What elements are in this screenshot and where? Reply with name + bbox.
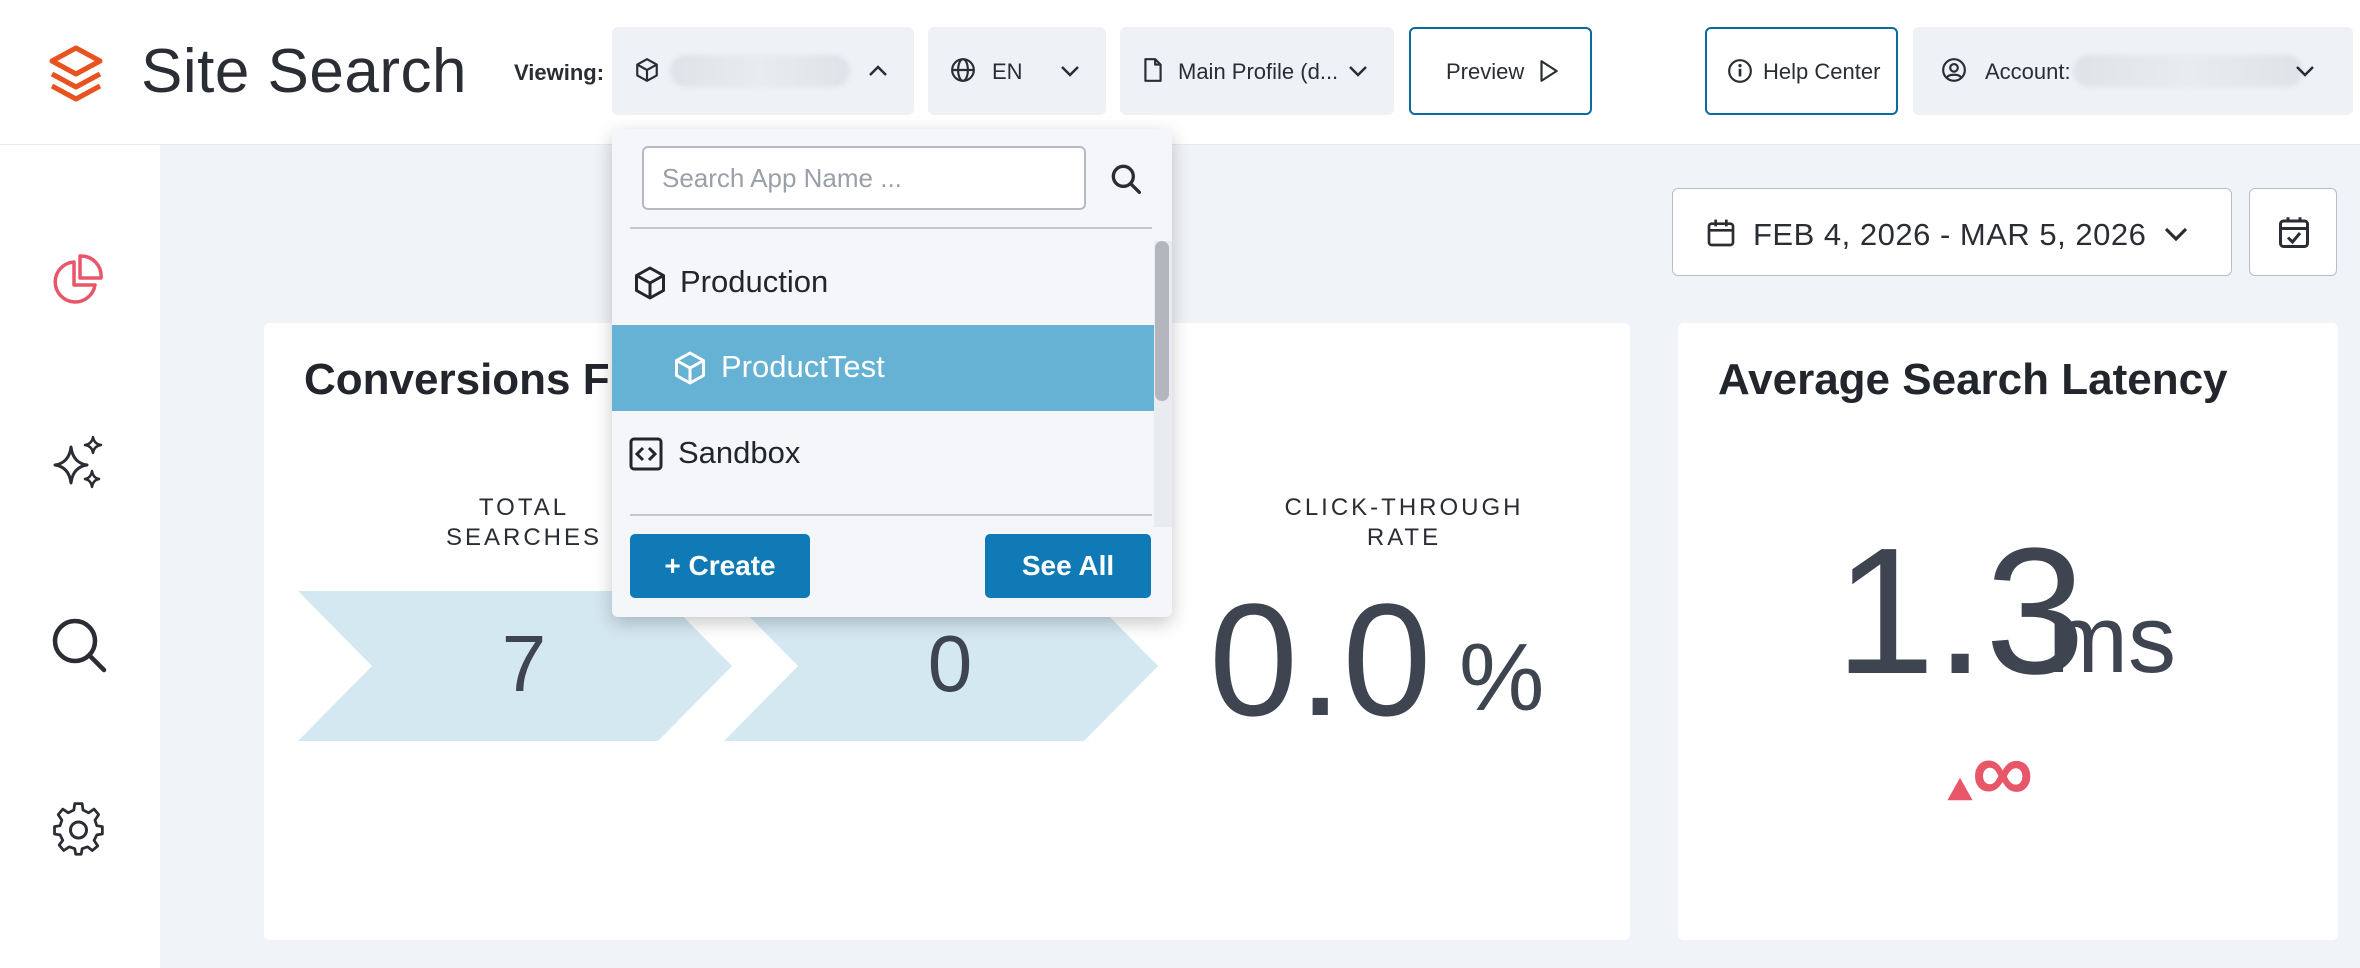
app-title: Site Search: [141, 37, 468, 106]
app-selector[interactable]: [612, 27, 914, 115]
app-option-label: Production: [680, 264, 829, 299]
preview-button[interactable]: Preview: [1409, 27, 1592, 115]
cube-icon: [675, 351, 705, 385]
divider: [630, 514, 1152, 516]
code-box-icon: [629, 437, 663, 471]
user-circle-icon: [1942, 58, 1966, 82]
ctr-unit: %: [1459, 624, 1545, 731]
triangle-up-icon: [1947, 777, 1973, 801]
sparkles-icon[interactable]: [49, 433, 109, 493]
card-title: Conversions Fr: [304, 355, 627, 404]
app-option-label: Sandbox: [678, 435, 801, 470]
document-icon: [1144, 58, 1162, 82]
see-all-button[interactable]: See All: [985, 534, 1151, 598]
profile-label: Main Profile (d...: [1178, 59, 1339, 84]
latency-card: Average Search Latency 1.3 ms ∞: [1678, 323, 2338, 940]
play-icon: [1540, 60, 1558, 82]
create-app-button[interactable]: + Create: [630, 534, 810, 598]
click-through-rate: 0.0 %: [1209, 568, 1609, 749]
latency-unit: ms: [2048, 586, 2176, 693]
language-selector[interactable]: EN: [928, 27, 1106, 115]
account-name-redacted: [2073, 55, 2303, 87]
calendar-check-icon: [2279, 217, 2309, 248]
chevron-down-icon: [2296, 66, 2314, 77]
account-selector[interactable]: Account:: [1913, 27, 2353, 115]
profile-selector[interactable]: Main Profile (d...: [1120, 27, 1394, 115]
app-option-sandbox[interactable]: Sandbox: [612, 411, 1154, 497]
cube-icon: [635, 266, 665, 300]
viewing-label: Viewing:: [514, 60, 605, 85]
date-range-picker[interactable]: FEB 4, 2026 - MAR 5, 2026: [1672, 188, 2232, 276]
top-bar: Site Search Viewing: EN Main Profile (d.…: [0, 0, 2360, 145]
chevron-down-icon: [1349, 66, 1367, 77]
app-option-label: ProductTest: [721, 349, 885, 384]
preview-label: Preview: [1446, 59, 1525, 84]
calendar-check-button[interactable]: [2249, 188, 2337, 276]
language-label: EN: [992, 59, 1023, 84]
total-searches-value: 7: [501, 619, 547, 708]
cube-icon: [636, 58, 658, 82]
app-option-producttest[interactable]: ProductTest: [612, 325, 1154, 411]
logo-icon: [49, 45, 103, 102]
app-name-redacted: [670, 55, 850, 87]
chevron-down-icon: [2164, 227, 2188, 242]
calendar-icon: [1707, 219, 1735, 247]
metric-label: CLICK-THROUGH RATE: [1284, 494, 1524, 551]
conversions-value: 0: [927, 619, 973, 708]
app-search-input[interactable]: [642, 146, 1086, 210]
divider: [630, 227, 1152, 229]
chevron-down-icon: [1061, 66, 1079, 77]
info-icon: [1728, 59, 1752, 83]
pie-chart-icon[interactable]: [49, 250, 109, 310]
search-icon[interactable]: [1110, 163, 1142, 195]
gear-icon[interactable]: [49, 799, 109, 859]
globe-icon: [951, 58, 975, 82]
sidebar: [0, 145, 160, 968]
help-center-button[interactable]: Help Center: [1705, 27, 1898, 115]
help-center-label: Help Center: [1763, 59, 1881, 84]
app-dropdown: Production ProductTest Sandbox + Create …: [612, 129, 1172, 617]
latency-change: ∞: [1972, 724, 2034, 820]
app-option-production[interactable]: Production: [612, 240, 1154, 326]
card-title: Average Search Latency: [1718, 355, 2228, 404]
search-icon[interactable]: [49, 615, 109, 675]
date-range-label: FEB 4, 2026 - MAR 5, 2026: [1753, 217, 2147, 252]
dropdown-scrollbar-thumb[interactable]: [1155, 241, 1169, 401]
ctr-value: 0.0: [1209, 570, 1432, 749]
chevron-up-icon: [869, 65, 887, 76]
account-label: Account:: [1985, 59, 2071, 84]
